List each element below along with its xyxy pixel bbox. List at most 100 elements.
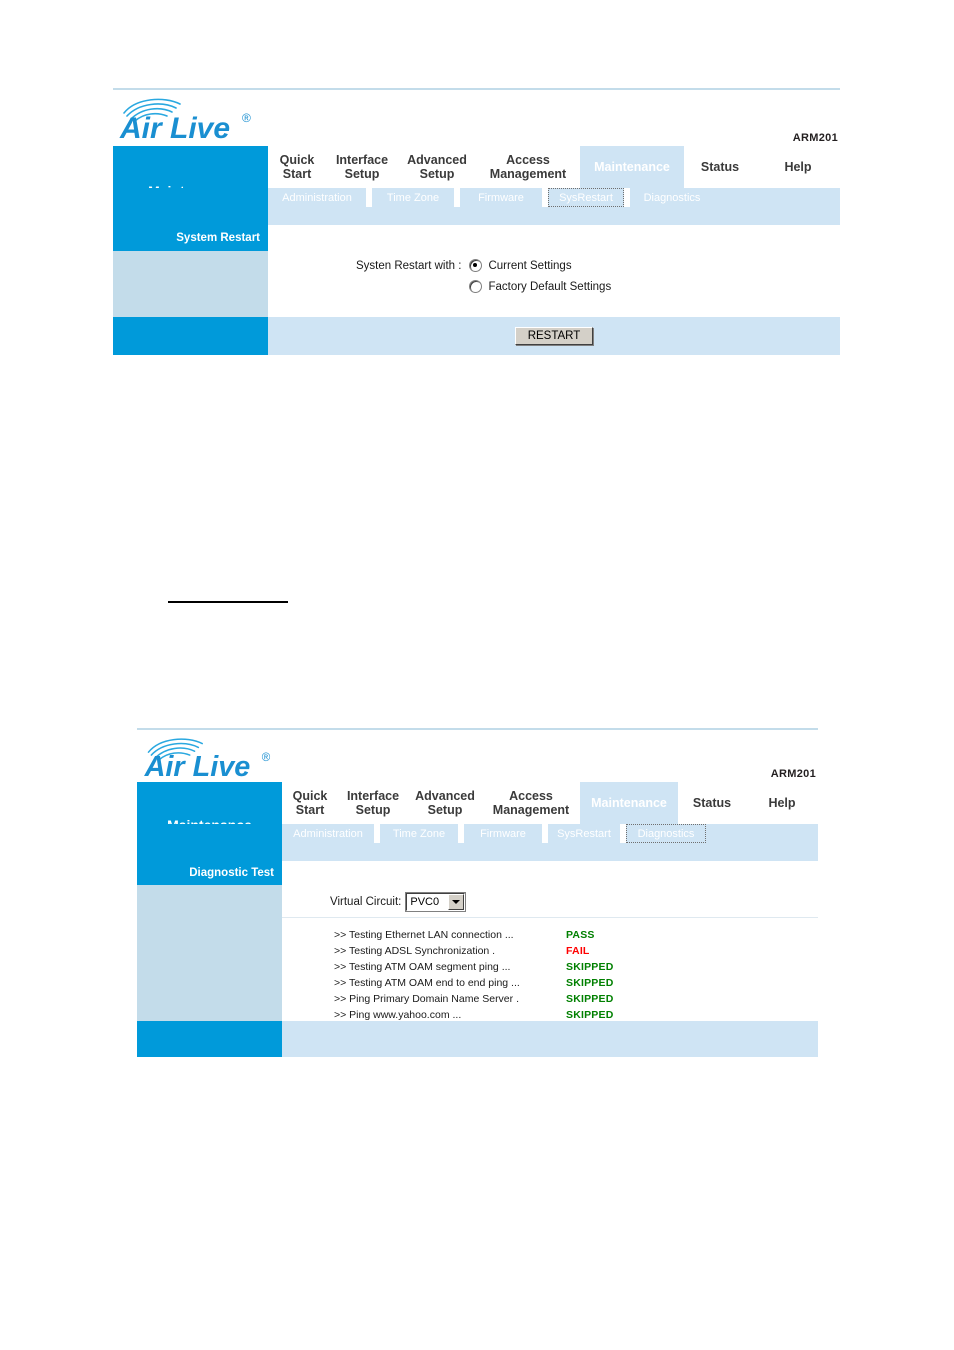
tab-help[interactable]: Help	[746, 782, 818, 824]
test-result: SKIPPED	[566, 977, 614, 989]
tab-advanced-setup[interactable]: Advanced Setup	[408, 782, 482, 824]
sub-tabs-fill	[714, 188, 840, 207]
radio-current-settings-label: Current Settings	[488, 259, 572, 272]
tab-help[interactable]: Help	[756, 146, 840, 188]
test-name: >> Testing ATM OAM end to end ping ...	[334, 977, 520, 989]
virtual-circuit-label: Virtual Circuit:	[330, 896, 402, 908]
separator-band	[137, 843, 818, 861]
separator-band-right	[282, 843, 818, 861]
separator-band-left	[137, 843, 282, 861]
tab-quick-start[interactable]: Quick Start	[268, 146, 326, 188]
svg-text:Air: Air	[144, 751, 187, 781]
subtab-sysrestart[interactable]: SysRestart	[548, 824, 620, 843]
svg-text:®: ®	[262, 752, 271, 764]
airlive-logo: Air Live ®	[142, 733, 302, 783]
test-name: >> Ping www.yahoo.com ...	[334, 1009, 462, 1021]
body-left-fill	[137, 885, 282, 1021]
model-name: ARM201	[770, 768, 816, 780]
footer-left-block	[113, 317, 268, 355]
radio-factory-default-settings-label: Factory Default Settings	[488, 280, 612, 293]
subtab-administration[interactable]: Administration	[268, 188, 366, 207]
system-restart-group-header: System Restart	[113, 225, 840, 251]
test-name: >> Ping Primary Domain Name Server .	[334, 993, 519, 1005]
tab-status[interactable]: Status	[678, 782, 746, 824]
system-restart-body: Systen Restart with : Current Settings F…	[113, 251, 840, 317]
list-item: >> Testing Ethernet LAN connection ... P…	[334, 929, 614, 941]
svg-text:®: ®	[242, 111, 251, 125]
tab-status[interactable]: Status	[684, 146, 756, 188]
restart-with-label: Systen Restart with :	[356, 260, 462, 272]
sub-nav-left-spacer	[113, 188, 268, 207]
tab-maintenance[interactable]: Maintenance	[580, 146, 684, 188]
sub-nav-left-spacer	[137, 824, 282, 843]
subtab-diagnostics[interactable]: Diagnostics	[630, 188, 714, 207]
group-label-diagnostic-test: Diagnostic Test	[137, 861, 282, 885]
list-item: >> Ping www.yahoo.com ... SKIPPED	[334, 1009, 614, 1021]
list-item: >> Testing ATM OAM segment ping ... SKIP…	[334, 961, 614, 973]
test-result: SKIPPED	[566, 961, 614, 973]
diagnostic-test-footer	[137, 1021, 818, 1057]
subtab-time-zone[interactable]: Time Zone	[380, 824, 458, 843]
footer-action-bar: RESTART	[268, 317, 840, 355]
subtab-firmware[interactable]: Firmware	[460, 188, 542, 207]
sub-nav-row: Administration Time Zone Firmware SysRes…	[113, 188, 840, 207]
system-restart-form: Systen Restart with : Current Settings F…	[268, 251, 840, 317]
list-item: >> Testing ADSL Synchronization . FAIL	[334, 945, 614, 957]
chevron-down-icon[interactable]	[448, 894, 465, 910]
svg-text:Live: Live	[170, 112, 230, 143]
system-restart-footer: RESTART	[113, 317, 840, 355]
main-tabs: Quick Start Interface Setup Advanced Set…	[268, 146, 840, 188]
sub-nav-row: Administration Time Zone Firmware SysRes…	[137, 824, 818, 843]
test-result: SKIPPED	[566, 1009, 614, 1021]
subtab-administration[interactable]: Administration	[282, 824, 374, 843]
body-left-fill	[113, 251, 268, 317]
test-name: >> Testing Ethernet LAN connection ...	[334, 929, 514, 941]
diagnostics-panel: Air Live ® ARM201 Maintenance Quick Star…	[137, 728, 818, 1057]
subtab-sysrestart[interactable]: SysRestart	[548, 188, 624, 207]
svg-text:Air: Air	[119, 112, 164, 143]
diagnostic-results-list: >> Testing Ethernet LAN connection ... P…	[334, 929, 614, 1025]
virtual-circuit-value: PVC0	[410, 896, 440, 908]
sub-tabs: Administration Time Zone Firmware SysRes…	[282, 824, 818, 843]
main-nav-row: Maintenance Quick Start Interface Setup …	[113, 146, 840, 206]
main-tabs: Quick Start Interface Setup Advanced Set…	[282, 782, 818, 824]
model-name: ARM201	[792, 132, 838, 144]
tab-access-management[interactable]: Access Management	[476, 146, 580, 188]
virtual-circuit-select[interactable]: PVC0	[406, 893, 466, 911]
subtab-firmware[interactable]: Firmware	[464, 824, 542, 843]
separator-band-right	[268, 207, 840, 225]
tab-interface-setup[interactable]: Interface Setup	[338, 782, 408, 824]
diagnostic-test-group-header: Diagnostic Test	[137, 861, 818, 885]
sysrestart-panel: Air Live ® ARM201 Maintenance Quick Star…	[113, 88, 840, 355]
test-name: >> Testing ADSL Synchronization .	[334, 945, 496, 957]
restart-button[interactable]: RESTART	[514, 327, 594, 345]
test-result: FAIL	[566, 945, 590, 957]
tab-maintenance[interactable]: Maintenance	[580, 782, 678, 824]
group-header-body	[268, 225, 840, 251]
content-divider	[282, 917, 818, 918]
brand-header: Air Live ® ARM201	[113, 90, 840, 146]
separator-band-left	[113, 207, 268, 225]
radio-factory-default-settings[interactable]	[469, 280, 483, 293]
horizontal-rule	[168, 601, 288, 603]
sub-tabs: Administration Time Zone Firmware SysRes…	[268, 188, 840, 207]
tab-access-management[interactable]: Access Management	[482, 782, 580, 824]
sub-tabs-fill	[706, 824, 818, 843]
footer-action-bar	[282, 1021, 818, 1057]
separator-band	[113, 207, 840, 225]
subtab-time-zone[interactable]: Time Zone	[372, 188, 454, 207]
footer-left-block	[137, 1021, 282, 1057]
airlive-logo: Air Live ®	[118, 93, 278, 143]
svg-text:Live: Live	[193, 751, 251, 781]
test-result: PASS	[566, 929, 595, 941]
test-name: >> Testing ATM OAM segment ping ...	[334, 961, 511, 973]
diagnostic-test-content: Virtual Circuit: PVC0 >> Testing Etherne…	[282, 885, 818, 1021]
subtab-diagnostics[interactable]: Diagnostics	[626, 824, 706, 843]
tab-advanced-setup[interactable]: Advanced Setup	[398, 146, 476, 188]
main-nav-row: Maintenance Quick Start Interface Setup …	[137, 782, 818, 840]
radio-current-settings[interactable]	[469, 259, 483, 272]
tab-interface-setup[interactable]: Interface Setup	[326, 146, 398, 188]
tab-quick-start[interactable]: Quick Start	[282, 782, 338, 824]
test-result: SKIPPED	[566, 993, 614, 1005]
list-item: >> Testing ATM OAM end to end ping ... S…	[334, 977, 614, 989]
